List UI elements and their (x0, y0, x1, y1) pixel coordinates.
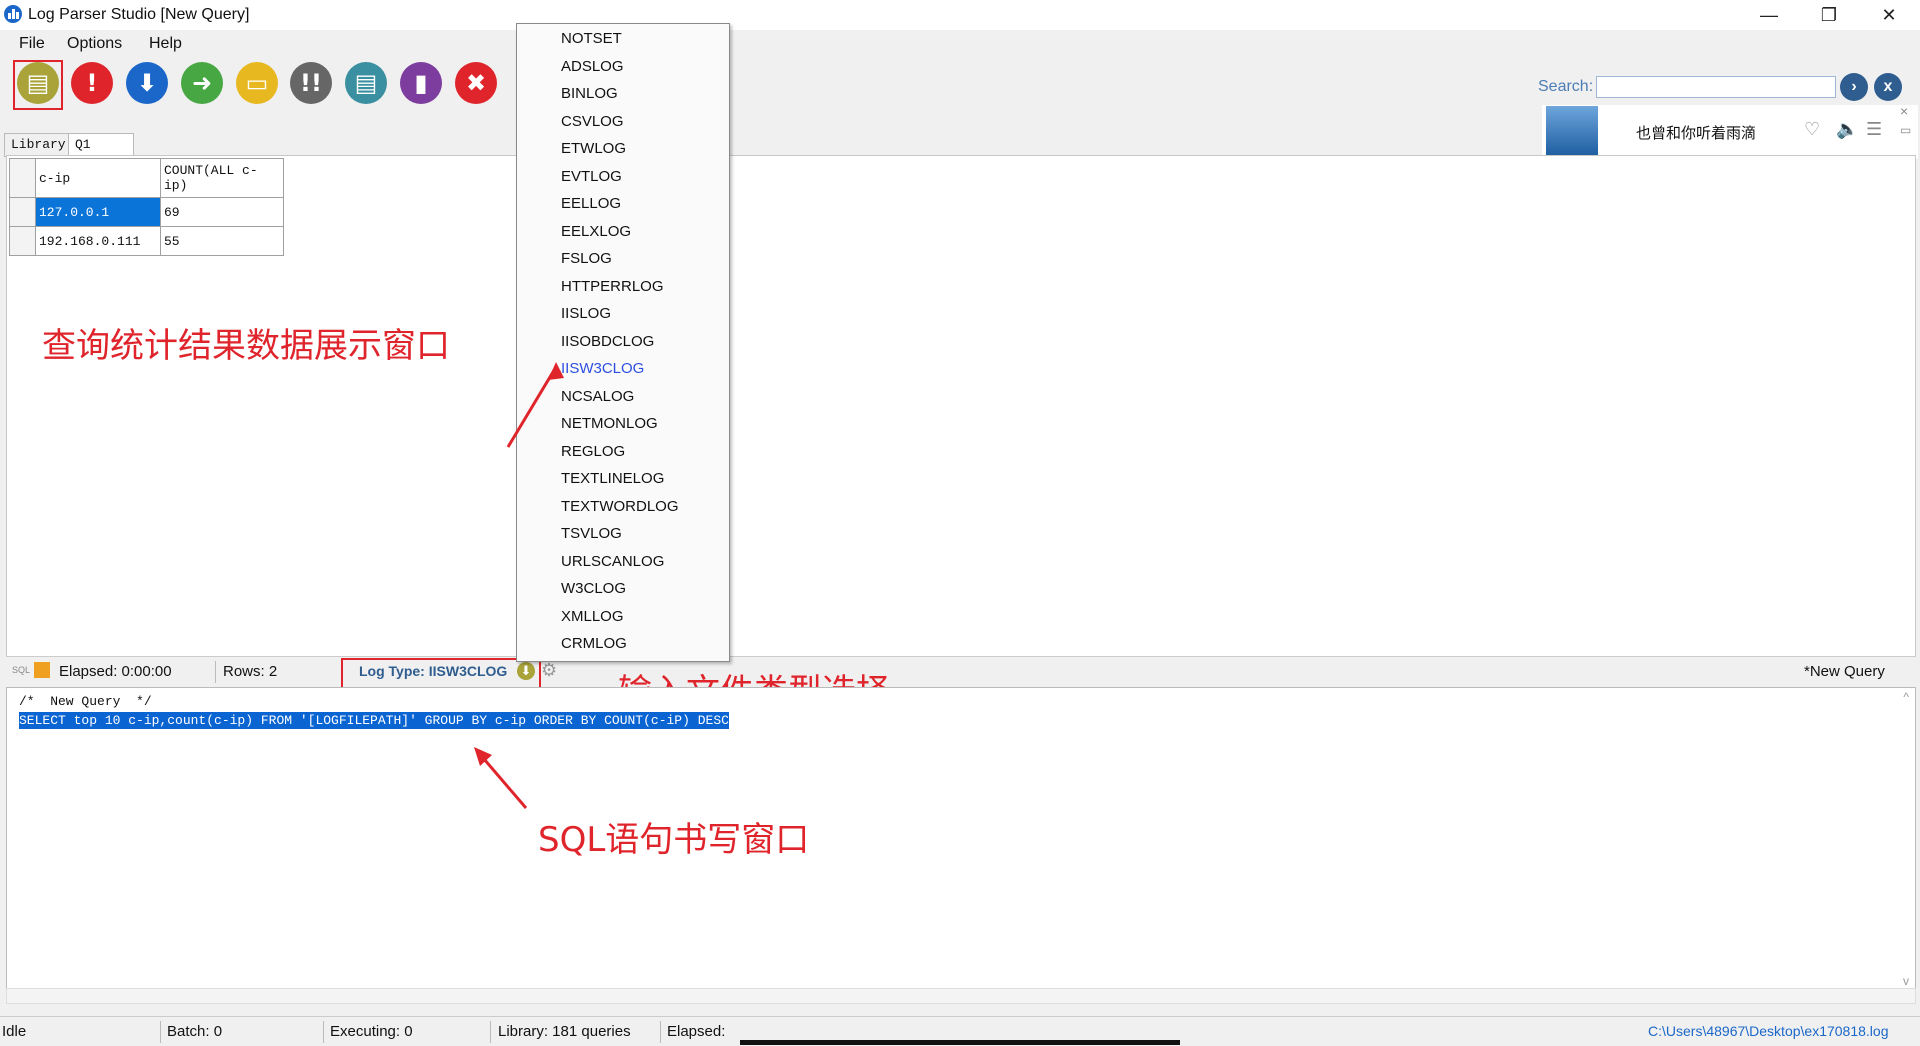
arrowhead-iisw3clog (548, 362, 564, 380)
annotation-arrows (474, 362, 564, 809)
